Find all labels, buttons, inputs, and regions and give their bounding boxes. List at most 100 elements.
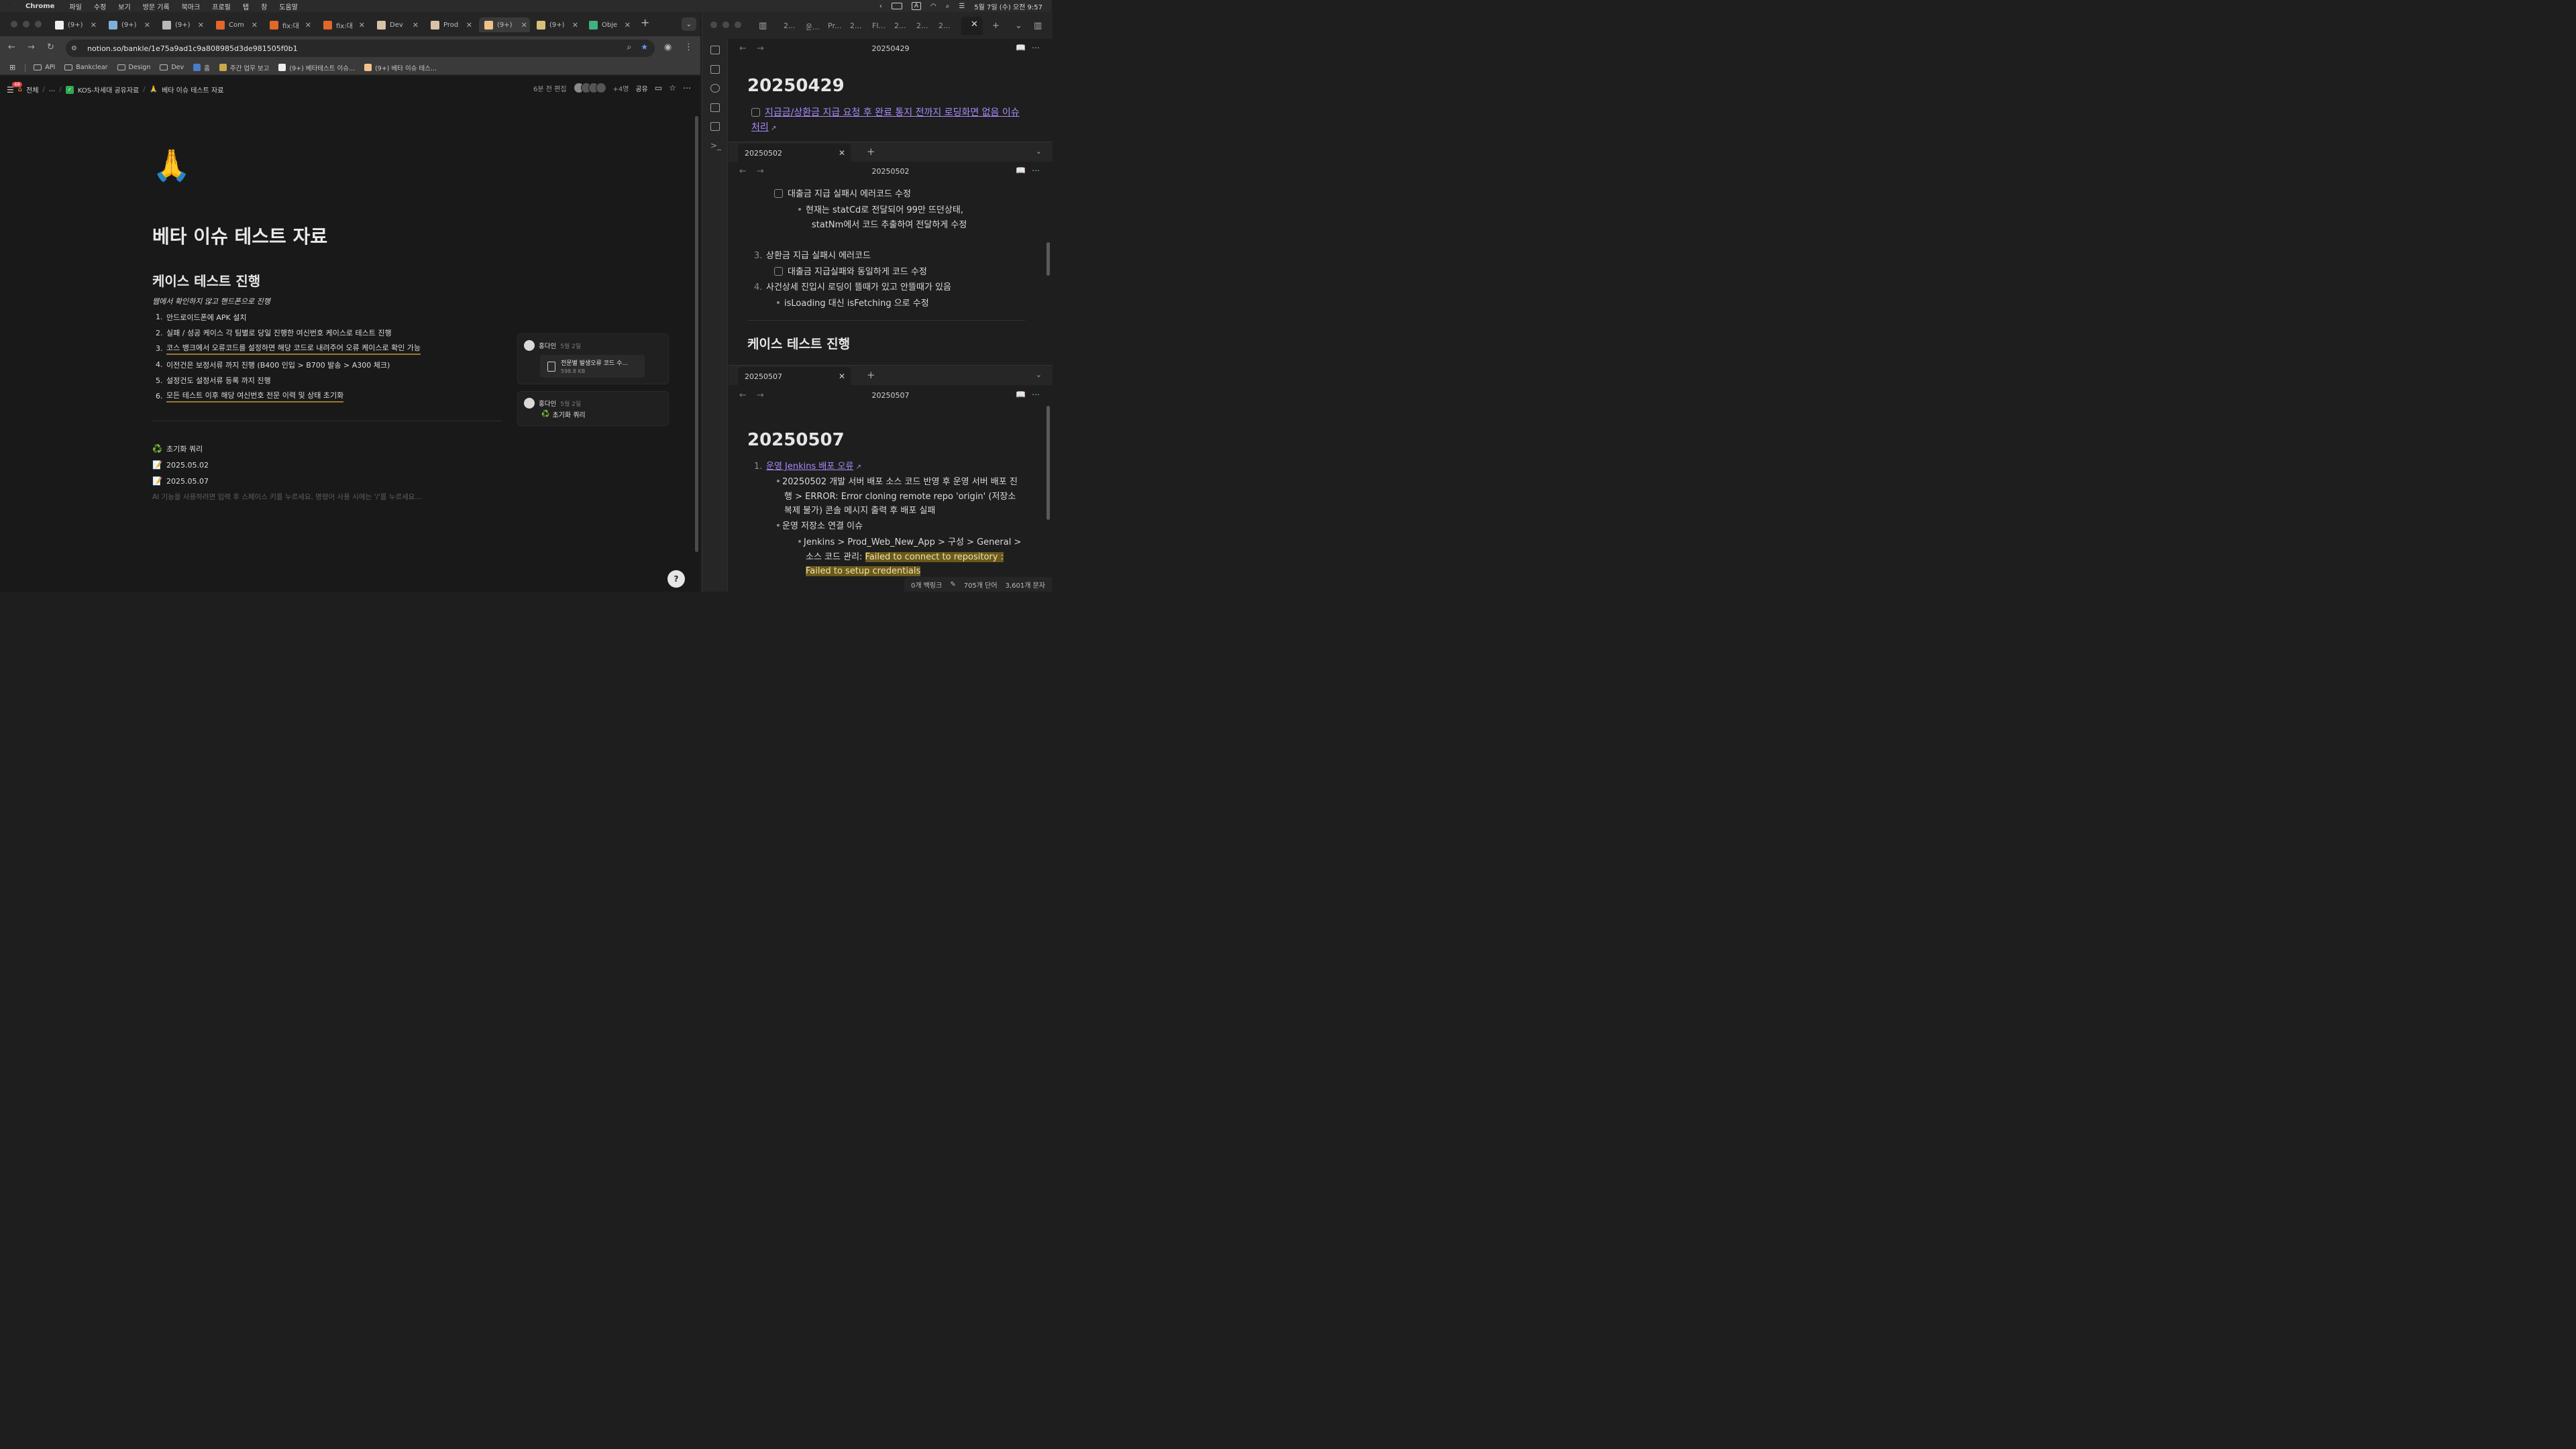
italic-note[interactable]: 웹에서 확인하지 않고 핸드폰으로 진행: [152, 296, 270, 307]
clock[interactable]: 5월 7일 (수) 오전 9:57: [974, 1, 1042, 11]
list-item[interactable]: 3. 코스 뱅크에서 오류코드를 설정하면 해당 코드로 내려주어 오류 케이스로…: [152, 341, 515, 357]
tab-6[interactable]: 2...: [894, 21, 906, 30]
browser-tab[interactable]: Prod ✕: [428, 17, 475, 32]
backlinks-count[interactable]: 0개 백링크: [911, 580, 942, 590]
pane-tab-20250502[interactable]: 20250502 ✕: [738, 144, 851, 162]
bookmark-folder-api[interactable]: API: [34, 64, 55, 71]
reload-button[interactable]: ↻: [47, 42, 54, 52]
close-tab-icon[interactable]: ✕: [521, 21, 527, 30]
close-window-button[interactable]: [11, 21, 17, 28]
tab-search-button[interactable]: ⌄: [682, 17, 696, 31]
zoom-icon[interactable]: ⌕: [627, 42, 632, 52]
browser-tab[interactable]: (9+) ✕: [479, 17, 530, 32]
sidebar-toggle-icon[interactable]: ▥: [759, 21, 767, 31]
bookmark-beta-issue-test[interactable]: (9+) 베타 이슈 테스...: [364, 63, 437, 72]
external-link[interactable]: 운영 Jenkins 배포 오류: [766, 462, 853, 472]
menu-history[interactable]: 방문 기록: [143, 1, 170, 11]
section-heading[interactable]: 케이스 테스트 진행: [747, 337, 850, 352]
battery-icon[interactable]: [891, 3, 902, 9]
close-tab-icon[interactable]: ✕: [359, 21, 365, 30]
menu-view[interactable]: 보기: [118, 1, 130, 11]
more-options-icon[interactable]: ⋯: [1032, 43, 1040, 52]
menu-window[interactable]: 창: [261, 1, 267, 11]
chrome-menu-icon[interactable]: ⋮: [684, 42, 693, 52]
browser-tab[interactable]: Com ✕: [213, 17, 260, 32]
word-count[interactable]: 705개 단어: [964, 580, 998, 590]
numbered-item[interactable]: 1. 운영 Jenkins 배포 오류 ↗: [754, 460, 861, 475]
tab-1[interactable]: 2...: [784, 21, 796, 30]
last-edited[interactable]: 6분 전 편집: [533, 83, 567, 93]
tab-2[interactable]: 운...: [806, 21, 820, 32]
bullet-continuation[interactable]: statNm에서 코드 추출하여 전달하게 수정: [812, 218, 967, 233]
task-item[interactable]: 지급금/상환금 지급 요청 후 완료 통지 전까지 로딩화면 없음 이슈 처리 …: [751, 106, 1020, 136]
chevron-left-icon[interactable]: ‹: [879, 3, 882, 10]
more-options-icon[interactable]: ⋯: [1032, 390, 1040, 399]
breadcrumb-ellipsis[interactable]: ...: [49, 86, 56, 93]
reading-view-icon[interactable]: 📖: [1016, 43, 1026, 52]
minimize-window-button[interactable]: [23, 21, 30, 28]
help-button[interactable]: ?: [667, 570, 685, 588]
pane-tab-20250507[interactable]: 20250507 ✕: [738, 367, 851, 386]
wifi-icon[interactable]: ◠: [930, 3, 936, 10]
scrollbar[interactable]: [1046, 242, 1050, 276]
close-tab-icon[interactable]: ✕: [971, 19, 978, 30]
scrollbar[interactable]: [1046, 406, 1050, 520]
sidebar-toggle-icon[interactable]: ☰ 48: [7, 81, 22, 95]
list-item[interactable]: 1. 안드로이드폰에 APK 설치: [152, 309, 515, 325]
forward-button[interactable]: →: [28, 42, 35, 52]
note-title[interactable]: 20250507: [729, 391, 1053, 400]
browser-tab[interactable]: fix:대 ✕: [321, 17, 368, 32]
open-vault-icon[interactable]: [710, 46, 720, 54]
profile-icon[interactable]: ◉: [664, 42, 672, 52]
checkbox[interactable]: [751, 108, 760, 117]
new-tab-icon[interactable]: +: [867, 369, 875, 381]
close-tab-icon[interactable]: ✕: [466, 21, 472, 30]
close-tab-icon[interactable]: ✕: [572, 21, 578, 30]
subpage-20250507[interactable]: 📝 2025.05.07: [152, 473, 209, 489]
close-tab-icon[interactable]: ✕: [413, 21, 419, 30]
bullet-item[interactable]: isLoading 대신 isFetching 으로 수정: [777, 297, 929, 311]
list-item[interactable]: 4. 이전건은 보정서류 까지 진행 (B400 인입 > B700 발송 > A…: [152, 357, 515, 373]
minimize-window-button[interactable]: [722, 21, 729, 28]
subpage-reset-query[interactable]: ♻️ 초기화 쿼리: [152, 441, 209, 457]
bullet-item[interactable]: 운영 저장소 연결 이슈: [777, 519, 863, 534]
note-title[interactable]: 20250429: [729, 44, 1053, 53]
tab-5[interactable]: Fl...: [872, 21, 885, 30]
canvas-icon[interactable]: [710, 103, 720, 112]
note-heading[interactable]: 20250507: [747, 430, 845, 450]
url-text[interactable]: notion.so/bankle/1e75a9ad1c9a808985d3de9…: [87, 44, 298, 53]
calendar-icon[interactable]: [710, 65, 720, 74]
tab-3[interactable]: Pr...: [828, 21, 841, 30]
char-count[interactable]: 3,601개 문자: [1006, 580, 1045, 590]
site-info-icon[interactable]: ⚙: [71, 45, 80, 52]
bullet-item[interactable]: 20250502 개발 서버 배포 소스 코드 반영 후 운영 서버 배포 진행…: [777, 475, 1025, 519]
apps-grid-icon[interactable]: ⊞: [9, 63, 15, 72]
close-tab-icon[interactable]: ✕: [198, 21, 204, 30]
member-avatars[interactable]: [573, 83, 606, 93]
section-heading[interactable]: 케이스 테스트 진행: [152, 270, 260, 290]
bookmark-folder-bankclear[interactable]: Bankclear: [64, 64, 108, 71]
close-tab-icon[interactable]: ✕: [839, 148, 845, 158]
page-title[interactable]: 베타 이슈 테스트 자료: [152, 222, 327, 249]
comment-card[interactable]: 홍다인 5월 2일 ♻️ 초기화 쿼리: [517, 391, 669, 426]
member-count[interactable]: +4명: [613, 83, 629, 93]
favorite-star-icon[interactable]: ☆: [669, 83, 676, 93]
browser-tab[interactable]: (9+) ✕: [160, 17, 207, 32]
active-tab[interactable]: ✕: [961, 17, 983, 35]
external-link[interactable]: 지급금/상환금 지급 요청 후 완료 통지 전까지 로딩화면 없음 이슈 처리: [751, 107, 1020, 133]
list-item[interactable]: 2. 실패 / 성공 케이스 각 팀별로 당일 진행한 여신번호 케이스로 테스트…: [152, 325, 515, 341]
close-tab-icon[interactable]: ✕: [625, 21, 631, 30]
more-options-icon[interactable]: ⋯: [683, 83, 691, 93]
subpage-20250502[interactable]: 📝 2025.05.02: [152, 457, 209, 473]
menu-help[interactable]: 도움말: [279, 1, 298, 11]
close-window-button[interactable]: [710, 21, 717, 28]
reading-view-icon[interactable]: 📖: [1016, 390, 1026, 399]
numbered-item[interactable]: 3. 상환금 지급 실패시 에러코드: [754, 249, 871, 264]
bookmark-beta-test-issue[interactable]: (9+) 베타테스트 이슈...: [278, 63, 355, 72]
bookmark-star-icon[interactable]: ★: [641, 42, 648, 52]
edit-pencil-icon[interactable]: ✎: [950, 581, 955, 588]
bullet-item[interactable]: 현재는 statCd로 전달되어 99만 뜨던상태,: [798, 203, 963, 218]
apple-icon[interactable]: [9, 2, 19, 10]
bookmark-home[interactable]: 홈: [193, 63, 210, 72]
back-button[interactable]: ←: [8, 42, 15, 52]
